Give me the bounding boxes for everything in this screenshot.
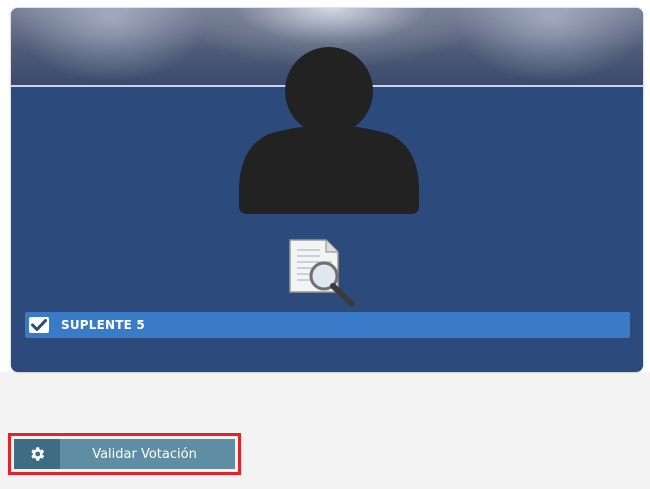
- validate-icon-box: [14, 439, 60, 469]
- user-silhouette-icon: [239, 47, 419, 214]
- candidate-name-bar[interactable]: SUPLENTE 5: [25, 312, 630, 338]
- checkmark-icon: [31, 319, 47, 331]
- validate-button-highlight: Validar Votación: [8, 433, 241, 475]
- gear-icon: [31, 447, 45, 461]
- validate-button-label: Validar Votación: [92, 446, 197, 462]
- validate-vote-button[interactable]: Validar Votación: [14, 439, 235, 469]
- candidate-name-label: SUPLENTE 5: [61, 318, 145, 332]
- checkbox-checked-icon[interactable]: [29, 317, 49, 333]
- document-search-icon[interactable]: [288, 236, 368, 308]
- candidate-card: SUPLENTE 5: [11, 8, 643, 372]
